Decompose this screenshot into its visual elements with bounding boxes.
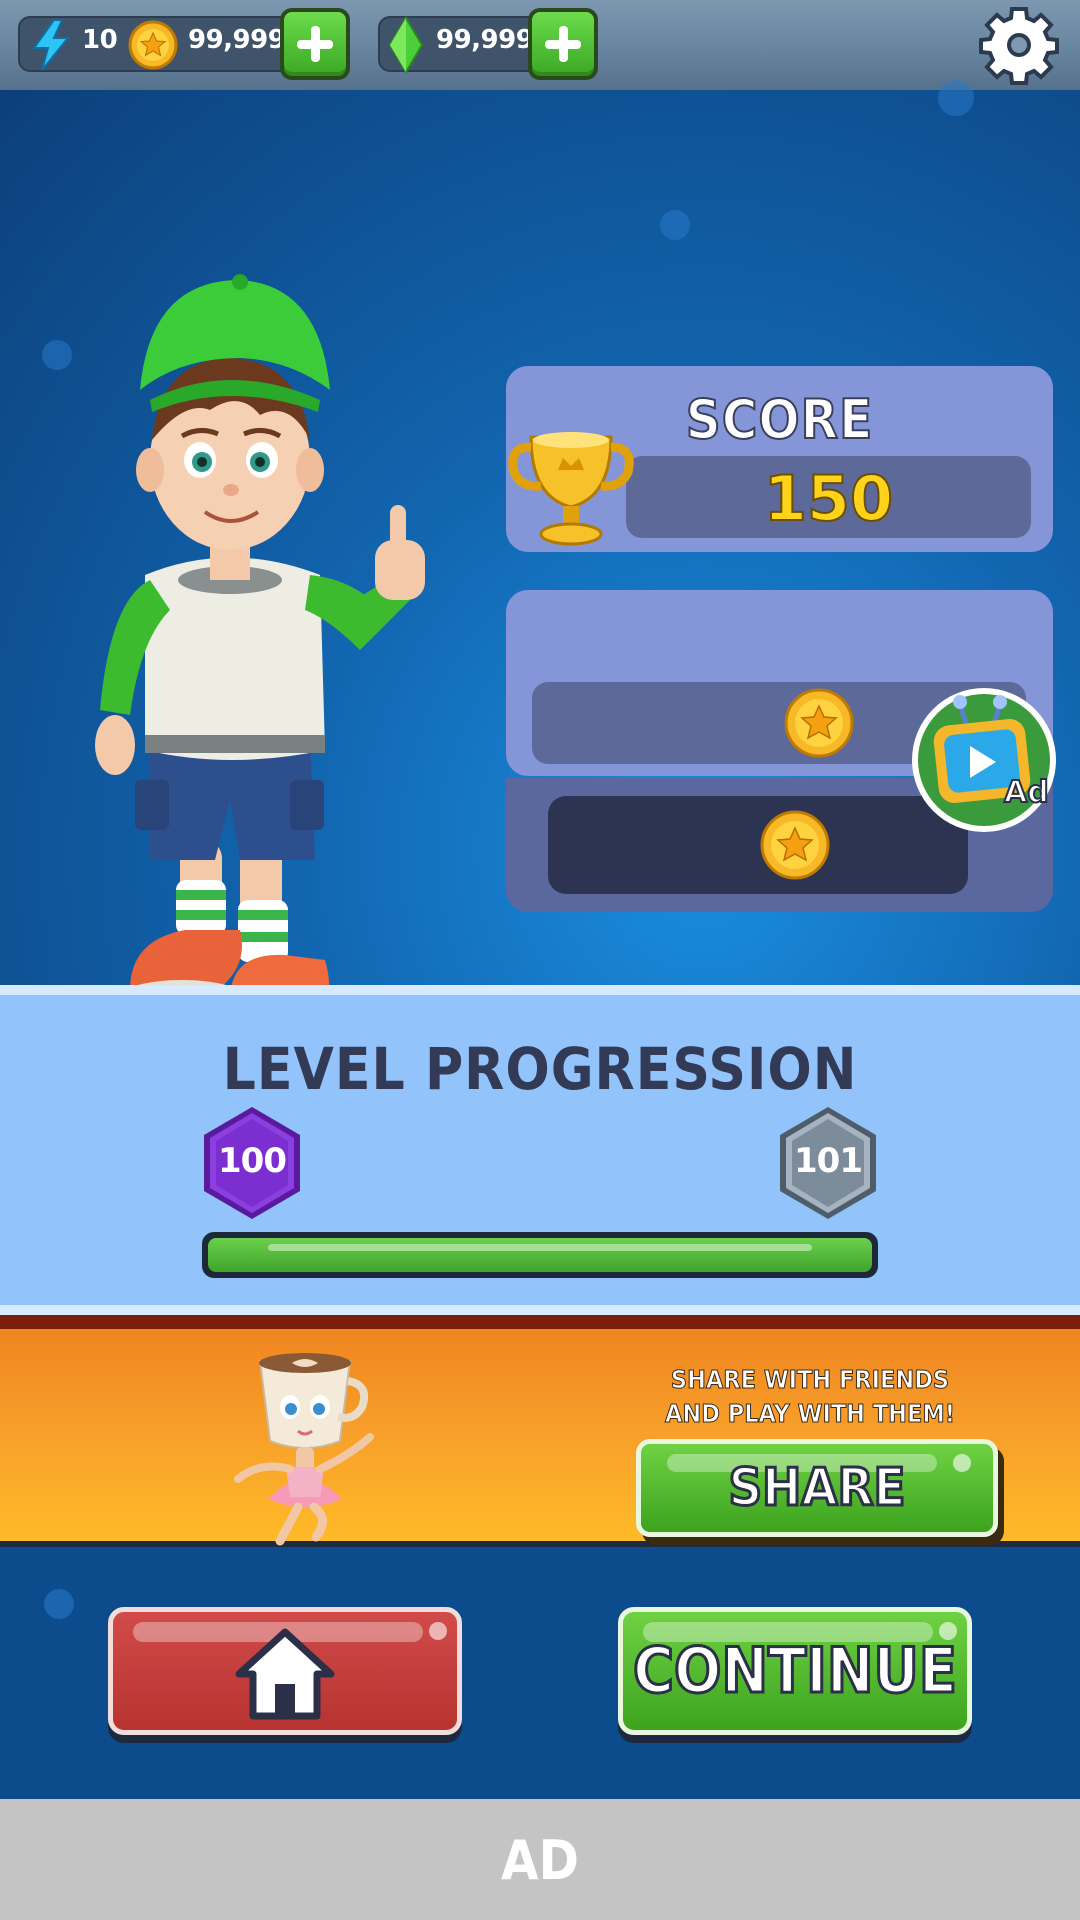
add-coins-button[interactable] xyxy=(280,8,350,80)
score-panel: SCORE 150 xyxy=(506,366,1053,552)
green-gem-icon xyxy=(388,16,424,74)
add-gems-button[interactable] xyxy=(528,8,598,80)
level-progression-section: LEVEL PROGRESSION 100 101 xyxy=(0,985,1080,1315)
boy-character-illustration xyxy=(95,274,425,1048)
coffee-cup-ballerina-illustration xyxy=(234,1353,374,1546)
gem-count: 99,999 xyxy=(436,25,534,55)
energy-count: 10 xyxy=(82,25,118,55)
star-coin-icon xyxy=(128,20,178,70)
ad-reward-coin-slot xyxy=(548,796,968,894)
continue-button[interactable]: CONTINUE xyxy=(618,1607,972,1735)
watch-ad-button[interactable]: Ad xyxy=(908,684,1060,836)
share-button[interactable]: SHARE xyxy=(636,1439,998,1537)
home-icon xyxy=(235,1628,335,1720)
continue-button-label: CONTINUE xyxy=(632,1633,959,1709)
score-value: 150 xyxy=(763,461,894,536)
lightning-bolt-icon xyxy=(32,19,71,71)
share-button-label: SHARE xyxy=(727,1457,907,1520)
home-button[interactable] xyxy=(108,1607,462,1735)
next-level-number: 101 xyxy=(794,1141,863,1181)
star-coin-icon xyxy=(784,688,854,758)
star-coin-icon xyxy=(760,810,830,880)
ad-banner-label: AD xyxy=(501,1829,579,1892)
level-progress-bar xyxy=(202,1232,878,1278)
results-area: SCORE 150 xyxy=(0,80,1080,1048)
ad-banner-placeholder[interactable]: AD xyxy=(0,1799,1080,1920)
level-progression-title: LEVEL PROGRESSION xyxy=(222,1035,858,1103)
trophy-icon xyxy=(508,432,634,546)
score-slot: 150 xyxy=(626,456,1031,538)
ad-badge-label: Ad xyxy=(1004,775,1049,810)
top-resource-bar: 10 99,999 99,999 xyxy=(0,0,1080,90)
coin-count: 99,999 xyxy=(188,25,286,55)
share-caption-line-2: AND PLAY WITH THEM! xyxy=(664,1399,955,1429)
current-level-number: 100 xyxy=(218,1141,287,1181)
level-progress-fill xyxy=(208,1238,872,1272)
gear-icon[interactable] xyxy=(978,4,1060,86)
share-banner: SHARE WITH FRIENDS AND PLAY WITH THEM! S… xyxy=(0,1315,1080,1547)
share-caption-line-1: SHARE WITH FRIENDS xyxy=(670,1365,950,1395)
video-ad-tv-icon: Ad xyxy=(912,688,1056,832)
bottom-actions: CONTINUE xyxy=(0,1547,1080,1799)
